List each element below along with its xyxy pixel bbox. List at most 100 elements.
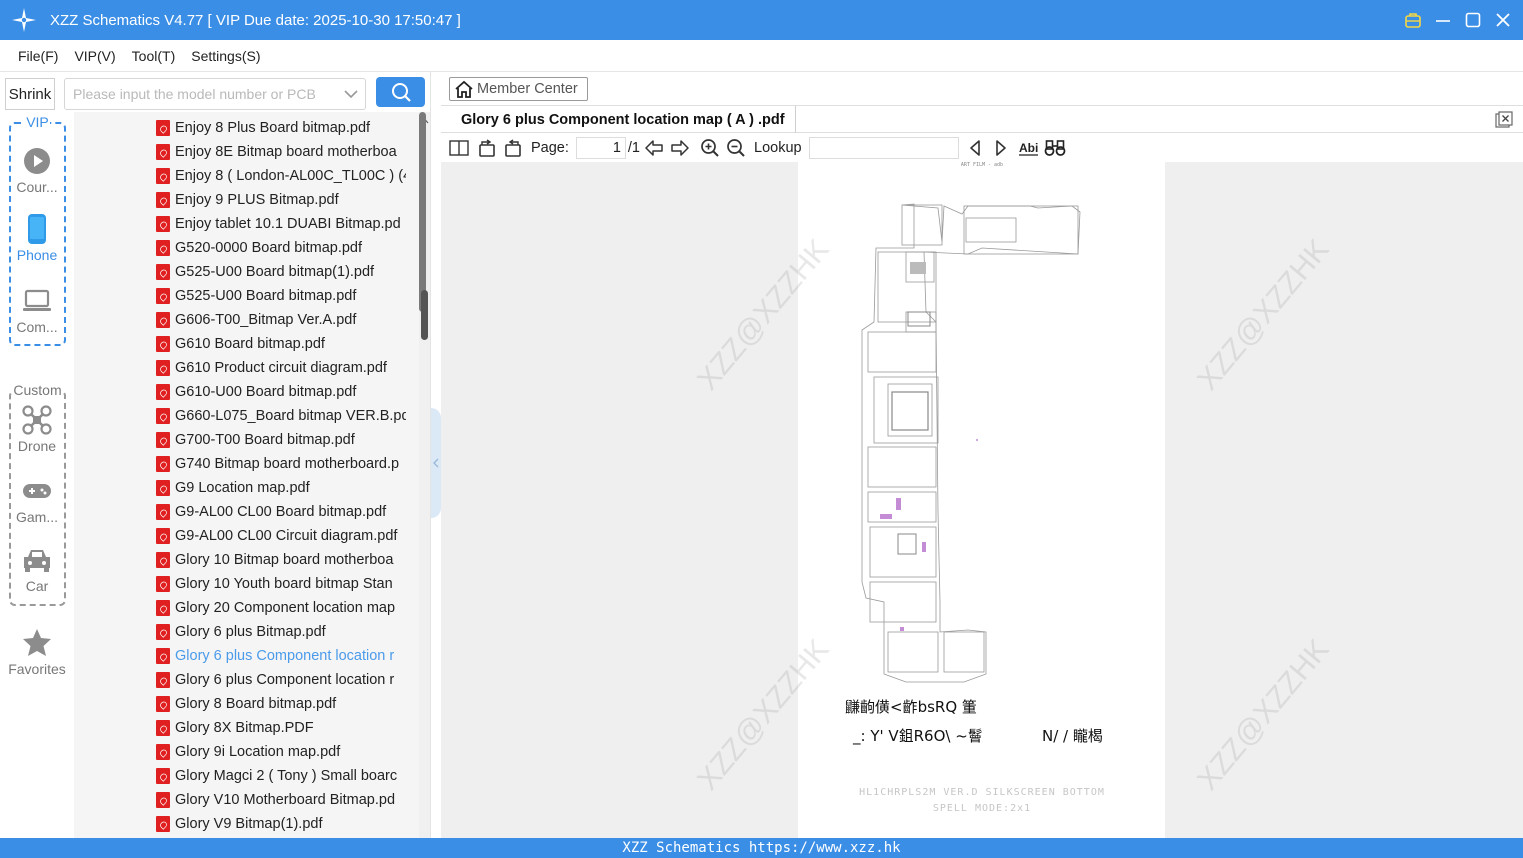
file-list-item[interactable]: G660-L075_Board bitmap VER.B.pd <box>156 404 406 428</box>
page-number-input[interactable]: 1 <box>575 137 626 159</box>
model-search-input[interactable] <box>65 79 337 109</box>
find-all-button[interactable] <box>1044 136 1066 160</box>
maximize-button[interactable] <box>1463 8 1483 32</box>
pdf-viewer[interactable]: ART FILM - adb 鼸齣僙<齚bsRQ 箽 _: Y' V鉏R6O\ … <box>441 162 1523 838</box>
rail-item-favorites[interactable]: Favorites <box>0 628 74 677</box>
rail-item-courses[interactable]: Cour... <box>0 146 74 195</box>
file-list-item[interactable]: G606-T00_Bitmap Ver.A.pdf <box>156 308 406 332</box>
file-list-item[interactable]: G9-AL00 CL00 Circuit diagram.pdf <box>156 524 406 548</box>
menu-tool[interactable]: Tool(T) <box>132 48 176 64</box>
file-name: G610 Board bitmap.pdf <box>175 336 325 352</box>
file-list-item[interactable]: Glory 6 plus Bitmap.pdf <box>156 620 406 644</box>
rail-item-label: Cour... <box>16 179 58 195</box>
pdf-file-icon <box>156 408 170 424</box>
file-list-item[interactable]: Glory 10 Bitmap board motherboa <box>156 548 406 572</box>
file-name: G9 Location map.pdf <box>175 480 310 496</box>
minimize-icon <box>1436 20 1450 22</box>
triangle-left-icon <box>969 140 980 156</box>
rail-item-phone[interactable]: Phone <box>0 214 74 263</box>
rail-item-drone[interactable]: Drone <box>0 405 74 454</box>
file-list-item[interactable]: G525-U00 Board bitmap.pdf <box>156 284 406 308</box>
pdf-file-icon <box>156 288 170 304</box>
file-list-item[interactable]: Glory V9 Bitmap(1).pdf <box>156 812 406 836</box>
play-circle-icon <box>24 148 50 174</box>
zoom-out-button[interactable] <box>725 136 747 160</box>
rail-item-computer[interactable]: Com... <box>0 286 74 335</box>
file-list-item[interactable]: Glory 10 Youth board bitmap Stan <box>156 572 406 596</box>
search-dropdown-toggle[interactable] <box>337 89 365 99</box>
file-name: G606-T00_Bitmap Ver.A.pdf <box>175 312 357 328</box>
pane-splitter[interactable] <box>430 72 441 838</box>
find-previous-button[interactable] <box>964 136 986 160</box>
file-list-item[interactable]: Glory Magci 2 ( Tony ) Small boarc <box>156 764 406 788</box>
search-icon <box>391 83 411 102</box>
file-list-item[interactable]: Enjoy 8 ( London-AL00C_TL00C ) (4 <box>156 164 406 188</box>
search-button[interactable] <box>376 77 425 107</box>
rotate-right-button[interactable] <box>502 136 524 160</box>
file-list-item[interactable]: G610 Board bitmap.pdf <box>156 332 406 356</box>
menu-settings[interactable]: Settings(S) <box>191 48 260 64</box>
file-list-item[interactable]: Enjoy 8 Plus Board bitmap.pdf <box>156 116 406 140</box>
model-search-box <box>64 78 366 110</box>
lookup-label: Lookup <box>754 140 802 156</box>
toggle-sidebar-button[interactable] <box>448 136 470 160</box>
minimize-button[interactable] <box>1433 8 1453 32</box>
close-button[interactable] <box>1493 8 1513 32</box>
match-case-button[interactable]: Abi <box>1018 136 1040 160</box>
file-name: Glory Magci 2 ( Tony ) Small boarc <box>175 768 398 784</box>
file-name: Glory V9 Bitmap(1).pdf <box>175 816 323 832</box>
close-all-tabs-icon[interactable] <box>1495 111 1513 129</box>
rail-item-label: Gam... <box>15 509 58 525</box>
file-list-item[interactable]: Glory V10 Motherboard Bitmap.pd <box>156 788 406 812</box>
file-list-item[interactable]: G520-0000 Board bitmap.pdf <box>156 236 406 260</box>
file-name: Enjoy 9 PLUS Bitmap.pdf <box>175 192 339 208</box>
document-tab[interactable]: Glory 6 plus Component location map ( A … <box>451 106 796 133</box>
title-bar: XZZ Schematics V4.77 [ VIP Due date: 202… <box>0 0 1523 40</box>
shrink-button[interactable]: Shrink <box>5 78 55 110</box>
next-page-button[interactable] <box>669 136 691 160</box>
file-list-scrollbar[interactable] <box>419 112 430 838</box>
rail-item-label: Favorites <box>8 661 66 677</box>
menu-file[interactable]: File(F) <box>18 48 58 64</box>
previous-page-button[interactable] <box>643 136 665 160</box>
pdf-file-icon <box>156 720 170 736</box>
find-next-button[interactable] <box>990 136 1012 160</box>
star-icon <box>23 629 51 656</box>
rotate-left-button[interactable] <box>476 136 498 160</box>
rail-item-car[interactable]: Car <box>0 545 74 594</box>
pdf-garbled-line-1: 鼸齣僙<齚bsRQ 箽 <box>845 698 977 716</box>
vip-bag-button[interactable] <box>1403 8 1423 32</box>
file-list-item[interactable]: Glory 6 plus Component location r <box>156 668 406 692</box>
left-pane: Shrink VIP Custom Cour... Phone Com... <box>0 72 430 838</box>
pdf-file-icon <box>156 576 170 592</box>
file-list-item[interactable]: Enjoy tablet 10.1 DUABI Bitmap.pd <box>156 212 406 236</box>
zoom-in-button[interactable] <box>699 136 721 160</box>
rail-item-games[interactable]: Gam... <box>0 476 74 525</box>
lookup-input[interactable] <box>808 137 959 159</box>
collapse-panel-handle[interactable] <box>431 408 441 518</box>
file-list-item[interactable]: G700-T00 Board bitmap.pdf <box>156 428 406 452</box>
file-list-item[interactable]: Glory 9i Location map.pdf <box>156 740 406 764</box>
menu-vip[interactable]: VIP(V) <box>74 48 115 64</box>
file-list-item[interactable]: G525-U00 Board bitmap(1).pdf <box>156 260 406 284</box>
status-bar: XZZ Schematics https://www.xzz.hk <box>0 838 1523 858</box>
file-list-item[interactable]: G610 Product circuit diagram.pdf <box>156 356 406 380</box>
member-center-button[interactable]: Member Center <box>449 77 588 101</box>
pdf-footer-line-2: SPELL MODE:2x1 <box>933 803 1031 814</box>
file-list-item[interactable]: Enjoy 8E Bitmap board motherboa <box>156 140 406 164</box>
file-list-item[interactable]: Glory 6 plus Component location r <box>156 644 406 668</box>
file-name: Glory 6 plus Bitmap.pdf <box>175 624 326 640</box>
file-list-item[interactable]: G740 Bitmap board motherboard.p <box>156 452 406 476</box>
file-list-item[interactable]: Glory 20 Component location map <box>156 596 406 620</box>
file-list-scroll-thumb-active[interactable] <box>421 290 428 340</box>
pdf-file-icon <box>156 552 170 568</box>
file-list-item[interactable]: G9 Location map.pdf <box>156 476 406 500</box>
file-list-item[interactable]: Glory 8 Board bitmap.pdf <box>156 692 406 716</box>
file-list-item[interactable]: Enjoy 9 PLUS Bitmap.pdf <box>156 188 406 212</box>
car-icon <box>24 550 50 572</box>
file-list-item[interactable]: G610-U00 Board bitmap.pdf <box>156 380 406 404</box>
file-list-scroll-thumb[interactable] <box>419 112 426 312</box>
match-case-icon: Abi <box>1018 141 1038 156</box>
file-list-item[interactable]: G9-AL00 CL00 Board bitmap.pdf <box>156 500 406 524</box>
file-list-item[interactable]: Glory 8X Bitmap.PDF <box>156 716 406 740</box>
